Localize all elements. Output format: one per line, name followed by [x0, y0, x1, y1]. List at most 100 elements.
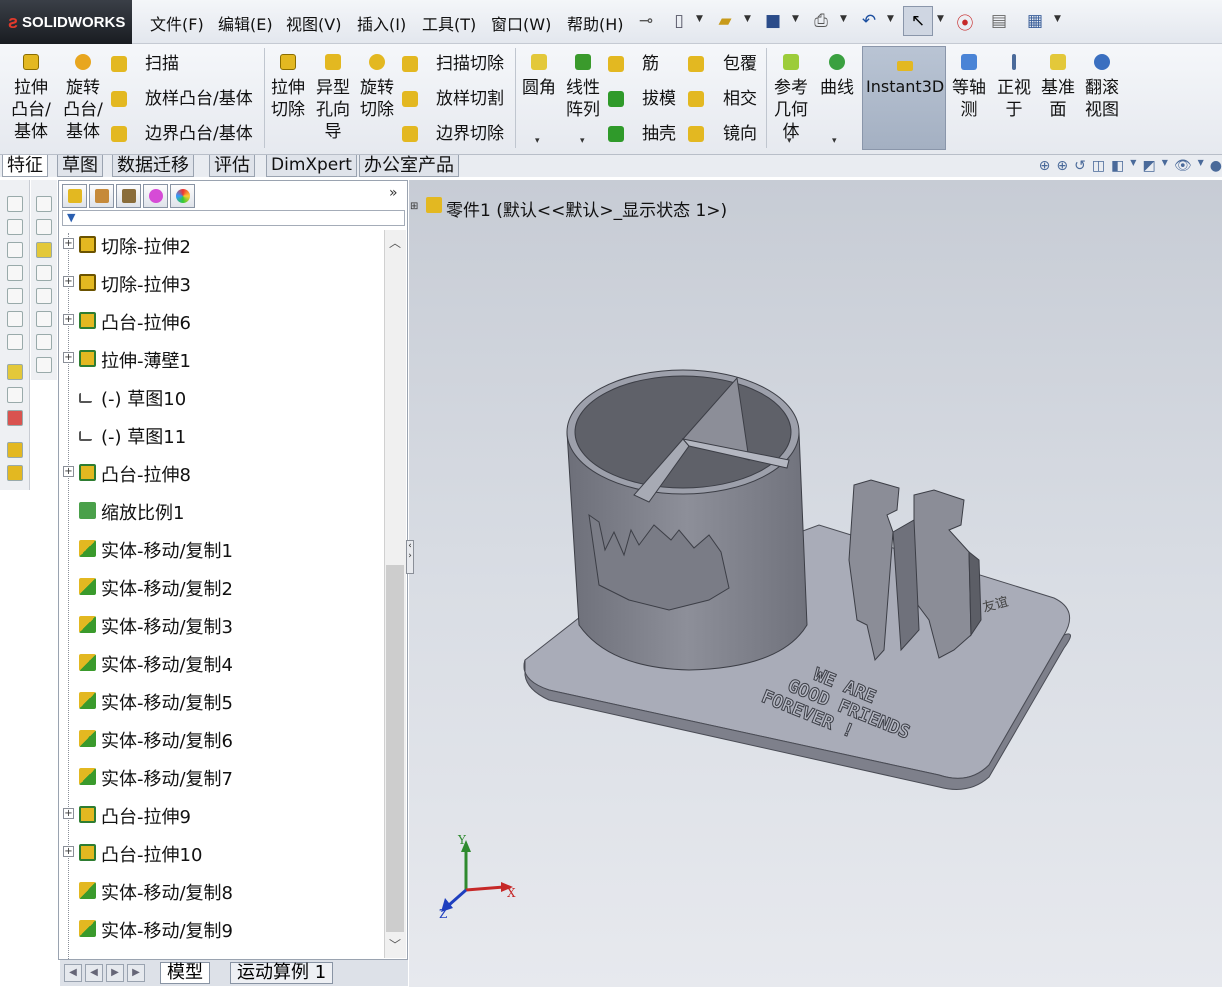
wrap-button[interactable]: 包覆 [723, 53, 757, 75]
tree-item[interactable]: 实体-移动/复制8 [59, 871, 384, 909]
hole-wizard-button[interactable]: 异型孔向导 [314, 54, 352, 143]
tree-filter-input[interactable]: ▼ [62, 210, 405, 226]
instant3d-toggle[interactable]: Instant3D [862, 46, 946, 150]
view-orientation-icon[interactable]: ◧ [1111, 158, 1124, 180]
undo-icon[interactable]: ↶ [858, 10, 880, 32]
linear-pattern-button[interactable]: 线性阵列 [564, 54, 602, 121]
tree-item[interactable]: + 凸台-拉伸6 [59, 301, 384, 339]
mirror-button[interactable]: 镜向 [723, 123, 757, 145]
section-view-icon[interactable]: ◫ [1092, 158, 1105, 180]
menu-tools[interactable]: 工具(T) [422, 11, 476, 35]
reference-geometry-button[interactable]: 参考几何体 [772, 54, 810, 143]
extrude-cut-button[interactable]: 拉伸切除 [270, 54, 306, 121]
expand-icon[interactable]: + [63, 808, 74, 819]
isometric-button[interactable]: 等轴测 [950, 54, 988, 121]
tree-item[interactable]: 实体-移动/复制6 [59, 719, 384, 757]
tree-item[interactable]: + 拉伸-薄壁1 [59, 339, 384, 377]
toolbar-tool-icon[interactable] [7, 288, 23, 304]
chevron-down-icon[interactable]: ▼ [744, 14, 751, 24]
intersect-button[interactable]: 相交 [723, 88, 757, 110]
lofted-cut-button[interactable]: 放样切割 [436, 88, 504, 110]
file-properties-icon[interactable]: ▤ [988, 10, 1010, 32]
scroll-up-icon[interactable]: ︿ [389, 234, 401, 251]
tree-item[interactable]: 实体-移动/复制4 [59, 643, 384, 681]
shell-button[interactable]: 抽壳 [642, 123, 676, 145]
draft-button[interactable]: 拔模 [642, 88, 676, 110]
next-tab-icon[interactable]: ▶ [106, 964, 124, 982]
chevron-down-icon[interactable]: ▾ [535, 136, 540, 146]
dimxpert-manager-tab[interactable] [143, 184, 168, 208]
appearance-icon[interactable]: ● [1210, 158, 1222, 180]
expand-part-icon[interactable]: ⊞ [410, 201, 418, 212]
curves-button[interactable]: 曲线 [818, 54, 856, 99]
toolbar-tool-icon[interactable] [36, 288, 52, 304]
rib-button[interactable]: 筋 [642, 53, 659, 75]
chevron-down-icon[interactable]: ▼ [1162, 158, 1168, 180]
toolbar-tool-icon[interactable] [36, 311, 52, 327]
save-icon[interactable]: ■ [762, 10, 784, 32]
tree-item[interactable]: 实体-移动/复制5 [59, 681, 384, 719]
toolbar-tool-icon[interactable] [36, 265, 52, 281]
select-pointer-icon[interactable]: ↖ [903, 6, 933, 36]
tree-item[interactable]: 实体-移动/复制1 [59, 529, 384, 567]
chevron-down-icon[interactable]: ▾ [580, 136, 585, 146]
chevron-down-icon[interactable]: ▼ [887, 14, 894, 24]
feature-manager-tab[interactable] [62, 184, 87, 208]
sketch-tool-icon[interactable] [7, 364, 23, 380]
menu-edit[interactable]: 编辑(E) [218, 11, 273, 35]
boundary-boss-button[interactable]: 边界凸台/基体 [145, 123, 253, 145]
revolve-cut-button[interactable]: 旋转切除 [358, 54, 396, 121]
fillet-button[interactable]: 圆角 [520, 54, 558, 99]
toolbar-tool-icon[interactable] [7, 219, 23, 235]
extrude-tool-icon[interactable] [7, 442, 23, 458]
chevron-down-icon[interactable]: ▾ [787, 136, 792, 146]
toolbar-tool-icon[interactable] [7, 334, 23, 350]
hide-show-items-icon[interactable]: 👁 [1174, 158, 1192, 180]
toolbar-tool-icon[interactable] [36, 357, 52, 373]
previous-view-icon[interactable]: ↺ [1074, 158, 1086, 180]
tab-evaluate[interactable]: 评估 [209, 155, 255, 177]
tree-item[interactable]: 实体-移动/复制9 [59, 909, 384, 947]
last-tab-icon[interactable]: ▶ [127, 964, 145, 982]
new-document-icon[interactable]: ▯ [668, 10, 690, 32]
zoom-to-area-icon[interactable]: ⊕ [1056, 158, 1068, 180]
toolbar-tool-icon[interactable] [36, 242, 52, 258]
property-manager-tab[interactable] [89, 184, 114, 208]
prev-tab-icon[interactable]: ◀ [85, 964, 103, 982]
expand-icon[interactable]: + [63, 466, 74, 477]
tree-item[interactable]: + 凸台-拉伸9 [59, 795, 384, 833]
menu-help[interactable]: 帮助(H) [567, 11, 624, 35]
graphics-viewport[interactable]: 友谊 WE ARE GOOD FRIENDS FOREVER ! Y X Z [409, 180, 1222, 987]
tree-item[interactable]: 实体-移动/复制3 [59, 605, 384, 643]
extrude-tool-icon[interactable] [7, 465, 23, 481]
chevron-down-icon[interactable]: ▼ [1054, 14, 1061, 24]
rebuild-traffic-light-icon[interactable]: ⦿ [954, 10, 976, 34]
tree-item[interactable]: + 切除-拉伸2 [59, 225, 384, 263]
tab-data-migration[interactable]: 数据迁移 [112, 155, 194, 177]
toolbar-tool-icon[interactable] [36, 196, 52, 212]
zoom-to-fit-icon[interactable]: ⊕ [1039, 158, 1051, 180]
menu-insert[interactable]: 插入(I) [357, 11, 406, 35]
toolbar-tool-icon[interactable] [7, 265, 23, 281]
tab-dimxpert[interactable]: DimXpert [266, 155, 357, 177]
chevron-down-icon[interactable]: ▼ [1198, 158, 1204, 180]
pane-splitter-handle[interactable]: ‹ › [406, 540, 414, 574]
tree-item[interactable]: 实体-移动/复制2 [59, 567, 384, 605]
menu-window[interactable]: 窗口(W) [491, 11, 551, 35]
tab-office-products[interactable]: 办公室产品 [359, 155, 459, 177]
chevron-down-icon[interactable]: ▼ [840, 14, 847, 24]
revolve-boss-button[interactable]: 旋转凸台/基体 [62, 54, 104, 143]
chevron-down-icon[interactable]: ▼ [1130, 158, 1136, 180]
tab-motion-study[interactable]: 运动算例 1 [230, 962, 334, 984]
print-icon[interactable]: ⎙ [810, 10, 832, 32]
display-manager-tab[interactable] [170, 184, 195, 208]
chevron-down-icon[interactable]: ▼ [696, 14, 703, 24]
expand-icon[interactable]: + [63, 238, 74, 249]
tab-sketch[interactable]: 草图 [57, 155, 103, 177]
expand-icon[interactable]: + [63, 846, 74, 857]
tree-item[interactable]: + 切除-拉伸3 [59, 263, 384, 301]
normal-to-button[interactable]: 正视于 [995, 54, 1033, 121]
toolbar-tool-icon[interactable] [7, 387, 23, 403]
toolbar-tool-icon[interactable] [36, 219, 52, 235]
tree-item[interactable]: (-) 草图10 [59, 377, 384, 415]
